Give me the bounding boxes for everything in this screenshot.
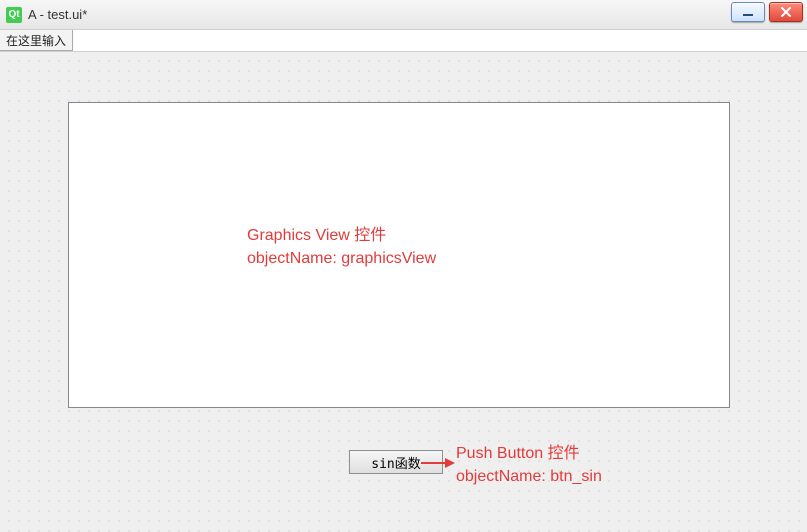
annotation-push-button: Push Button 控件 objectName: btn_sin bbox=[456, 442, 602, 488]
annotation-line: objectName: graphicsView bbox=[247, 247, 436, 270]
close-button[interactable] bbox=[769, 2, 803, 22]
window-controls bbox=[731, 2, 803, 22]
annotation-line: Push Button 控件 bbox=[456, 442, 602, 465]
form-canvas[interactable]: sin函数 Graphics View 控件 objectName: graph… bbox=[0, 52, 807, 532]
window-title: A - test.ui* bbox=[28, 7, 87, 22]
window-titlebar: Qt A - test.ui* bbox=[0, 0, 807, 30]
annotation-line: objectName: btn_sin bbox=[456, 465, 602, 488]
menubar: 在这里输入 bbox=[0, 30, 807, 52]
qt-icon: Qt bbox=[6, 7, 22, 23]
menubar-type-here[interactable]: 在这里输入 bbox=[0, 30, 73, 51]
annotation-graphics-view: Graphics View 控件 objectName: graphicsVie… bbox=[247, 224, 436, 270]
annotation-line: Graphics View 控件 bbox=[247, 224, 436, 247]
arrow-icon bbox=[419, 456, 455, 470]
minimize-button[interactable] bbox=[731, 2, 765, 22]
